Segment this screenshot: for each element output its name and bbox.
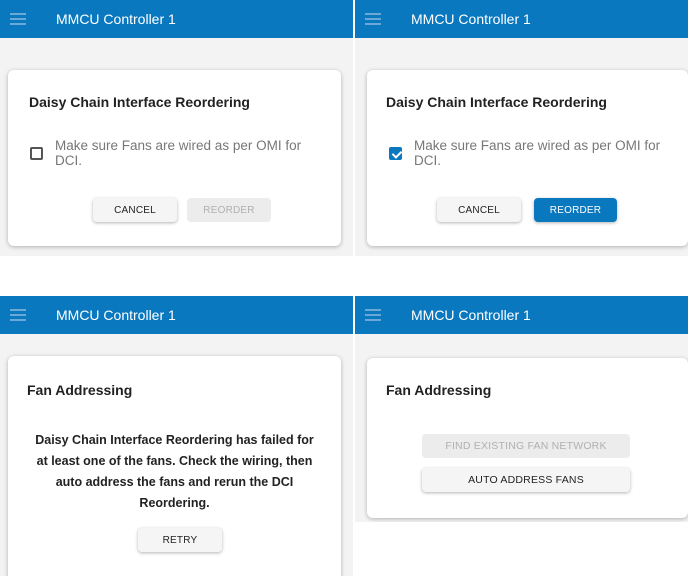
fan-addressing-card: Fan Addressing Daisy Chain Interface Reo… <box>8 356 341 576</box>
auto-address-fans-button[interactable]: AUTO ADDRESS FANS <box>422 468 630 492</box>
card-title: Daisy Chain Interface Reordering <box>386 94 607 110</box>
hamburger-menu-icon[interactable] <box>10 309 26 321</box>
reorder-button[interactable]: REORDER <box>534 198 617 222</box>
cancel-button[interactable]: CANCEL <box>437 198 521 222</box>
failure-message: Daisy Chain Interface Reordering has fai… <box>35 433 314 510</box>
dci-reorder-card: Daisy Chain Interface Reordering Make su… <box>367 70 688 246</box>
app-title: MMCU Controller 1 <box>56 307 176 323</box>
app-bar: MMCU Controller 1 <box>0 296 353 334</box>
hamburger-menu-icon[interactable] <box>365 13 381 25</box>
check-icon[interactable] <box>389 147 402 160</box>
wiring-confirm-label: Make sure Fans are wired as per OMI for … <box>414 138 661 168</box>
panel-dci-checked: MMCU Controller 1 Daisy Chain Interface … <box>355 0 688 256</box>
dci-reorder-card: Daisy Chain Interface Reordering Make su… <box>8 70 341 246</box>
reorder-button[interactable]: REORDER <box>187 198 271 222</box>
panel-fan-addressing-options: MMCU Controller 1 Fan Addressing FIND EX… <box>355 296 688 522</box>
hamburger-menu-icon[interactable] <box>10 13 26 25</box>
panel-dci-unchecked: MMCU Controller 1 Daisy Chain Interface … <box>0 0 353 256</box>
wiring-confirm-label: Make sure Fans are wired as per OMI for … <box>55 138 302 168</box>
app-bar: MMCU Controller 1 <box>355 0 688 38</box>
wiring-confirm-row: Make sure Fans are wired as per OMI for … <box>389 138 674 168</box>
card-title: Daisy Chain Interface Reordering <box>29 94 250 110</box>
app-title: MMCU Controller 1 <box>411 11 531 27</box>
card-title: Fan Addressing <box>386 382 492 398</box>
find-existing-fan-network-button[interactable]: FIND EXISTING FAN NETWORK <box>422 434 630 458</box>
app-title: MMCU Controller 1 <box>56 11 176 27</box>
cancel-button[interactable]: CANCEL <box>93 198 177 222</box>
app-title: MMCU Controller 1 <box>411 307 531 323</box>
wiring-confirm-checkbox[interactable] <box>30 147 43 160</box>
fan-addressing-card: Fan Addressing FIND EXISTING FAN NETWORK… <box>367 358 688 518</box>
card-title: Fan Addressing <box>27 382 133 398</box>
retry-button[interactable]: RETRY <box>138 528 222 552</box>
app-bar: MMCU Controller 1 <box>0 0 353 38</box>
panel-fan-addressing-failed: MMCU Controller 1 Fan Addressing Daisy C… <box>0 296 353 576</box>
hamburger-menu-icon[interactable] <box>365 309 381 321</box>
wiring-confirm-row: Make sure Fans are wired as per OMI for … <box>30 138 315 168</box>
app-bar: MMCU Controller 1 <box>355 296 688 334</box>
